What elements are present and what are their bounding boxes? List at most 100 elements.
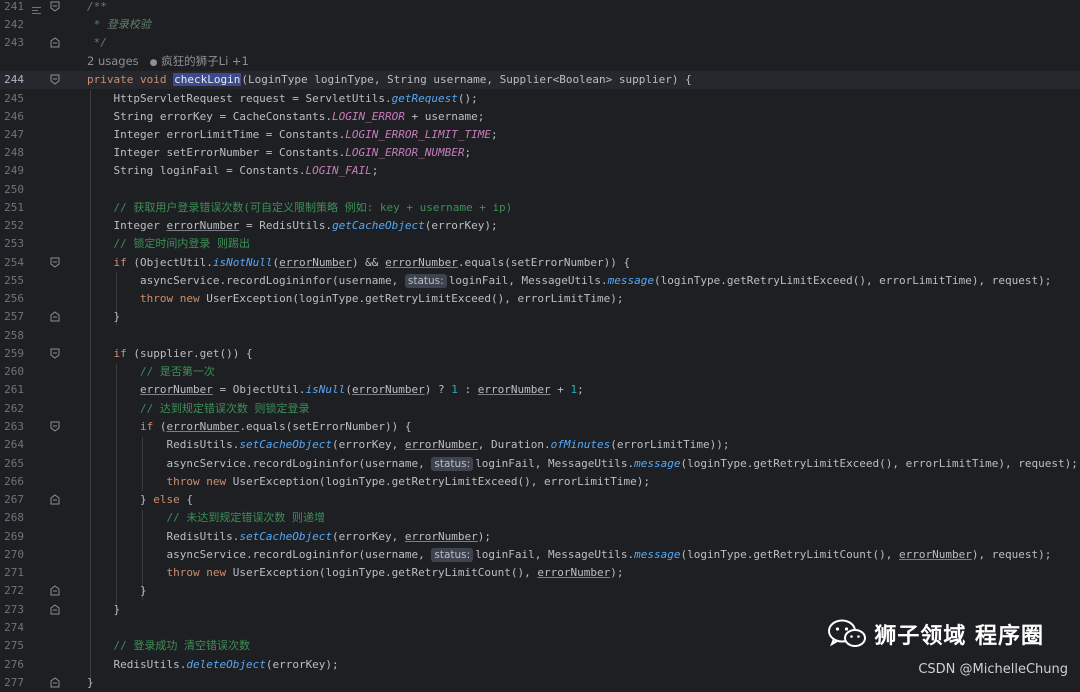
code-line[interactable]: 246 String errorKey = CacheConstants.LOG… bbox=[0, 108, 1080, 126]
fold-icon[interactable] bbox=[50, 37, 60, 48]
wechat-icon bbox=[828, 619, 867, 647]
code-line[interactable]: 242 * 登录校验 bbox=[0, 16, 1080, 34]
code-line[interactable]: 261 errorNumber = ObjectUtil.isNull(erro… bbox=[0, 381, 1080, 399]
line-number: 275 bbox=[4, 639, 24, 652]
fold-icon[interactable] bbox=[50, 421, 60, 432]
line-number: 274 bbox=[4, 621, 24, 634]
fold-icon[interactable] bbox=[50, 604, 60, 615]
line-number: 244 bbox=[4, 73, 24, 86]
author-icon: ● bbox=[149, 58, 158, 68]
line-number: 241 bbox=[4, 0, 24, 13]
code-comment: // 锁定时间内登录 则踢出 bbox=[113, 237, 251, 250]
line-number: 260 bbox=[4, 365, 24, 378]
code-line[interactable]: 270 asyncService.recordLogininfor(userna… bbox=[0, 546, 1080, 564]
doc-comment: */ bbox=[87, 36, 107, 49]
code-line[interactable]: 255 asyncService.recordLogininfor(userna… bbox=[0, 272, 1080, 290]
code-line[interactable]: 264 RedisUtils.setCacheObject(errorKey, … bbox=[0, 436, 1080, 454]
code-comment: // 获取用户登录错误次数(可自定义限制策略 例如: key + usernam… bbox=[113, 201, 513, 214]
code-line[interactable]: 248 Integer setErrorNumber = Constants.L… bbox=[0, 144, 1080, 162]
fold-icon[interactable] bbox=[50, 1, 60, 12]
fold-icon[interactable] bbox=[50, 494, 60, 505]
code-line[interactable]: 247 Integer errorLimitTime = Constants.L… bbox=[0, 126, 1080, 144]
line-number: 277 bbox=[4, 676, 24, 689]
fold-icon[interactable] bbox=[50, 74, 60, 85]
code-line[interactable]: 273 } bbox=[0, 601, 1080, 619]
usages-count[interactable]: 2 usages bbox=[87, 54, 139, 68]
code-line[interactable]: 272 } bbox=[0, 582, 1080, 600]
param-hint-badge: status: bbox=[431, 548, 474, 562]
line-number: 259 bbox=[4, 347, 24, 360]
watermark: 狮子领域 程序圈 bbox=[828, 618, 1044, 650]
line-number: 246 bbox=[4, 110, 24, 123]
line-number: 273 bbox=[4, 603, 24, 616]
fold-icon[interactable] bbox=[50, 348, 60, 359]
code-comment: // 是否第一次 bbox=[139, 365, 215, 378]
line-number: 242 bbox=[4, 18, 24, 31]
code-editor[interactable]: 241 /** 242 * 登录校验 243 */ 2 usages ● 疯狂的… bbox=[0, 0, 1080, 689]
author-hint[interactable]: 疯狂的狮子Li +1 bbox=[161, 54, 249, 68]
line-number: 271 bbox=[4, 566, 24, 579]
param-hint-badge: status: bbox=[404, 274, 447, 288]
code-comment: // 达到规定错误次数 则锁定登录 bbox=[139, 402, 310, 415]
line-number: 257 bbox=[4, 310, 24, 323]
line-number: 272 bbox=[4, 584, 24, 597]
code-line[interactable]: 251 // 获取用户登录错误次数(可自定义限制策略 例如: key + use… bbox=[0, 199, 1080, 217]
line-number: 249 bbox=[4, 164, 24, 177]
line-number: 248 bbox=[4, 146, 24, 159]
line-number: 258 bbox=[4, 329, 24, 342]
code-line[interactable]: 268 // 未达到规定错误次数 则递增 bbox=[0, 509, 1080, 527]
line-number: 250 bbox=[4, 183, 24, 196]
code-line[interactable]: 250 bbox=[0, 181, 1080, 199]
line-number: 251 bbox=[4, 201, 24, 214]
line-number: 256 bbox=[4, 292, 24, 305]
code-line-current[interactable]: 244 private void checkLogin(LoginType lo… bbox=[0, 71, 1080, 89]
line-number: 264 bbox=[4, 438, 24, 451]
fold-icon[interactable] bbox=[50, 311, 60, 322]
code-line[interactable]: 256 throw new UserException(loginType.ge… bbox=[0, 290, 1080, 308]
line-number: 276 bbox=[4, 658, 24, 671]
line-number: 268 bbox=[4, 511, 24, 524]
code-line[interactable]: 258 bbox=[0, 327, 1080, 345]
line-number: 252 bbox=[4, 219, 24, 232]
code-line[interactable]: 252 Integer errorNumber = RedisUtils.get… bbox=[0, 217, 1080, 235]
line-number: 254 bbox=[4, 256, 24, 269]
line-number: 263 bbox=[4, 420, 24, 433]
code-line[interactable]: 253 // 锁定时间内登录 则踢出 bbox=[0, 235, 1080, 253]
fold-icon[interactable] bbox=[50, 585, 60, 596]
doc-comment: * 登录校验 bbox=[87, 18, 151, 31]
line-number: 266 bbox=[4, 475, 24, 488]
inlay-hint-row: 2 usages ● 疯狂的狮子Li +1 bbox=[0, 52, 1080, 70]
code-line[interactable]: 266 throw new UserException(loginType.ge… bbox=[0, 473, 1080, 491]
code-line[interactable]: 243 */ bbox=[0, 34, 1080, 52]
code-line[interactable]: 257 } bbox=[0, 308, 1080, 326]
fold-icon[interactable] bbox=[50, 257, 60, 268]
usages-hint[interactable]: 2 usages ● 疯狂的狮子Li +1 bbox=[87, 52, 249, 72]
line-number: 253 bbox=[4, 237, 24, 250]
code-comment: // 未达到规定错误次数 则递增 bbox=[166, 511, 325, 524]
line-number: 270 bbox=[4, 548, 24, 561]
code-line[interactable]: 254 if (ObjectUtil.isNotNull(errorNumber… bbox=[0, 254, 1080, 272]
line-number: 245 bbox=[4, 92, 24, 105]
code-line[interactable]: 260 // 是否第一次 bbox=[0, 363, 1080, 381]
line-number: 265 bbox=[4, 457, 24, 470]
csdn-credit: CSDN @MichelleChung bbox=[918, 662, 1068, 677]
fold-icon[interactable] bbox=[50, 677, 60, 688]
param-hint-badge: status: bbox=[431, 457, 474, 471]
code-line[interactable]: 269 RedisUtils.setCacheObject(errorKey, … bbox=[0, 528, 1080, 546]
line-number: 261 bbox=[4, 383, 24, 396]
code-line[interactable]: 262 // 达到规定错误次数 则锁定登录 bbox=[0, 400, 1080, 418]
code-line[interactable]: 267 } else { bbox=[0, 491, 1080, 509]
method-signature: private void checkLogin(LoginType loginT… bbox=[87, 73, 692, 86]
doc-comment: /** bbox=[87, 0, 107, 13]
code-line[interactable]: 271 throw new UserException(loginType.ge… bbox=[0, 564, 1080, 582]
code-line[interactable]: 263 if (errorNumber.equals(setErrorNumbe… bbox=[0, 418, 1080, 436]
code-line[interactable]: 249 String loginFail = Constants.LOGIN_F… bbox=[0, 162, 1080, 180]
code-line[interactable]: 259 if (supplier.get()) { bbox=[0, 345, 1080, 363]
line-number: 262 bbox=[4, 402, 24, 415]
line-number: 269 bbox=[4, 530, 24, 543]
code-line[interactable]: 265 asyncService.recordLogininfor(userna… bbox=[0, 455, 1080, 473]
code-line[interactable]: 245 HttpServletRequest request = Servlet… bbox=[0, 90, 1080, 108]
code-line[interactable]: 241 /** bbox=[0, 0, 1080, 16]
line-number: 247 bbox=[4, 128, 24, 141]
line-number: 255 bbox=[4, 274, 24, 287]
